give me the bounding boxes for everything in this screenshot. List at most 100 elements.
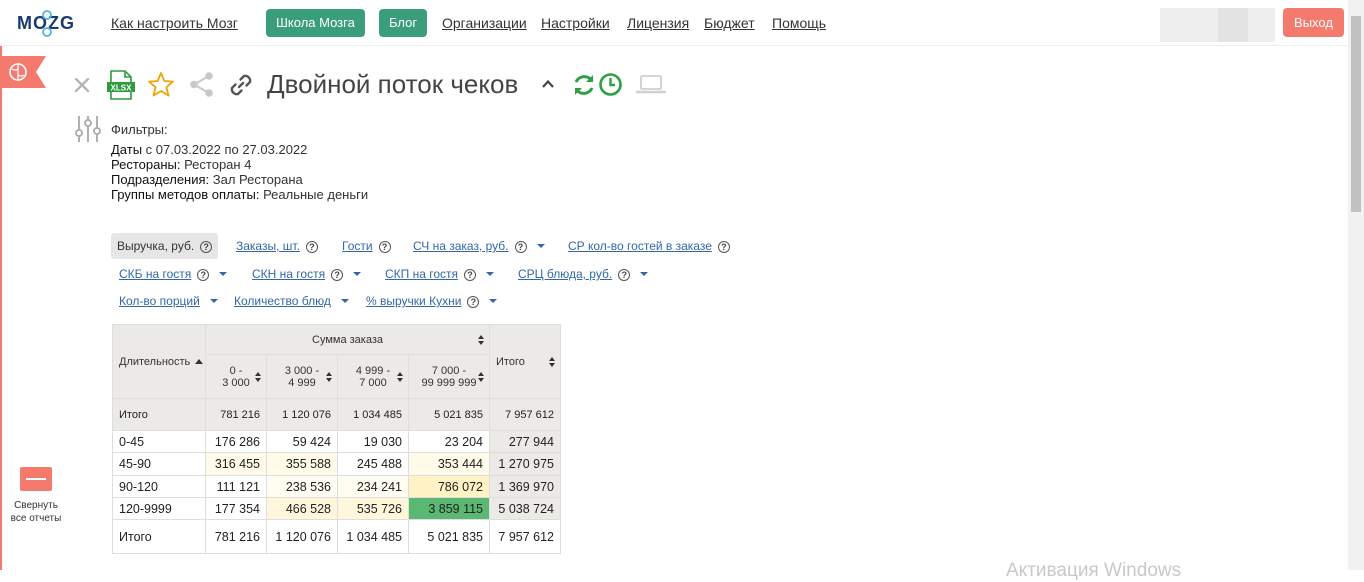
group-header-order-sum[interactable]: Сумма заказа	[205, 324, 490, 355]
metric-tab-dishes[interactable]: Количество блюд	[234, 288, 349, 314]
logout-button[interactable]: Выход	[1283, 8, 1344, 37]
close-icon[interactable]	[73, 76, 91, 94]
collapse-all-reports-label[interactable]: Свернуть все отчеты	[4, 499, 68, 525]
school-button[interactable]: Школа Мозга	[266, 9, 365, 37]
nav-link-how-to-setup[interactable]: Как настроить Мозг	[111, 15, 238, 31]
chevron-down-icon[interactable]	[486, 272, 495, 276]
metric-tab-skp[interactable]: СКП на гостя?	[385, 261, 495, 287]
laptop-icon[interactable]	[636, 75, 666, 95]
share-icon[interactable]	[188, 71, 215, 98]
help-icon[interactable]: ?	[197, 269, 210, 281]
sort-icon[interactable]	[478, 371, 485, 382]
cell-label: 0-45	[112, 430, 206, 453]
table-row: 0-45 176 286 59 424 19 030 23 204 277 94…	[112, 430, 561, 453]
pivot-table: Длительность Сумма заказа Итого 0 -3 000…	[112, 324, 561, 554]
help-icon[interactable]: ?	[717, 241, 730, 253]
help-icon[interactable]: ?	[514, 241, 527, 253]
column-header-range[interactable]: 0 -3 000	[205, 354, 267, 399]
nav-link-organizations[interactable]: Организации	[442, 15, 527, 31]
brain-tab-icon[interactable]	[0, 56, 46, 88]
metric-tab-avg-check[interactable]: СЧ на заказ, руб.?	[413, 233, 545, 259]
mozg-logo[interactable]: MOZG	[16, 9, 80, 37]
sort-icon[interactable]	[255, 371, 262, 382]
metric-tab-skn[interactable]: СКН на гостя?	[252, 261, 362, 287]
nav-link-license[interactable]: Лицензия	[627, 15, 689, 31]
page-scrollbar[interactable]	[1348, 0, 1364, 570]
nav-link-help[interactable]: Помощь	[772, 15, 826, 31]
cell-label: 45-90	[112, 452, 206, 476]
metric-tab-guests[interactable]: Гости?	[342, 233, 391, 259]
cell-value: 786 072	[408, 475, 490, 498]
chevron-down-icon[interactable]	[340, 299, 349, 303]
link-icon[interactable]	[227, 71, 255, 99]
favorite-star-icon[interactable]	[147, 71, 175, 98]
cell-value: 1 120 076	[266, 519, 338, 554]
filter-dates: Даты с 07.03.2022 по 27.03.2022	[111, 142, 308, 157]
cell-value: 781 216	[205, 519, 267, 554]
table-row: 90-120 111 121 238 536 234 241 786 072 1…	[112, 475, 561, 498]
refresh-icon[interactable]	[571, 72, 597, 98]
cell-row-total: 1 270 975	[489, 452, 561, 476]
chevron-down-icon[interactable]	[353, 272, 362, 276]
metric-tab-revenue[interactable]: Выручка, руб.?	[111, 233, 219, 259]
cell-row-total: 1 369 970	[489, 475, 561, 498]
table-row: 45-90 316 455 355 588 245 488 353 444 1 …	[112, 452, 561, 476]
metric-tab-portions[interactable]: Кол-во порций	[119, 288, 218, 314]
sort-icon[interactable]	[326, 371, 333, 382]
cell-value: 23 204	[408, 430, 490, 453]
row-header-duration[interactable]: Длительность	[112, 324, 206, 399]
help-icon[interactable]: ?	[331, 269, 344, 281]
cell-value: 177 354	[205, 497, 267, 520]
xlsx-export-icon[interactable]: XLSX	[107, 70, 135, 100]
sort-icon[interactable]	[549, 356, 556, 367]
cell-value: 1 034 485	[337, 398, 409, 431]
cell-value: 245 488	[337, 452, 409, 476]
help-icon[interactable]: ?	[467, 296, 480, 308]
metric-tab-orders[interactable]: Заказы, шт.?	[236, 233, 318, 259]
nav-link-settings[interactable]: Настройки	[541, 15, 610, 31]
column-header-range[interactable]: 3 000 -4 999	[266, 354, 338, 399]
cell-value: 176 286	[205, 430, 267, 453]
chevron-down-icon[interactable]	[640, 272, 649, 276]
metric-tab-src[interactable]: СРЦ блюда, руб.?	[518, 261, 649, 287]
cell-value: 535 726	[337, 497, 409, 520]
help-icon[interactable]: ?	[200, 241, 213, 253]
chevron-down-icon[interactable]	[219, 272, 228, 276]
cell-value: 353 444	[408, 452, 490, 476]
user-account-box[interactable]	[1160, 8, 1275, 42]
column-header-range[interactable]: 4 999 -7 000	[337, 354, 409, 399]
filters-sliders-icon[interactable]	[74, 114, 102, 144]
cell-value: 238 536	[266, 475, 338, 498]
collapse-all-reports-button[interactable]	[20, 467, 52, 491]
sort-asc-icon[interactable]	[195, 358, 204, 364]
chevron-up-icon[interactable]	[541, 78, 555, 90]
column-header-range[interactable]: 7 000 -99 999 999	[408, 354, 490, 399]
table-row-bottom-total: Итого 781 216 1 120 076 1 034 485 5 021 …	[112, 519, 561, 554]
schedule-clock-icon[interactable]	[598, 72, 623, 97]
svg-text:XLSX: XLSX	[111, 84, 133, 93]
help-icon[interactable]: ?	[464, 269, 477, 281]
metric-tab-skb[interactable]: СКБ на гостя?	[119, 261, 228, 287]
nav-link-budget[interactable]: Бюджет	[704, 15, 755, 31]
blog-button[interactable]: Блог	[379, 9, 428, 37]
cell-value: 1 034 485	[337, 519, 409, 554]
cell-value: 5 021 835	[408, 398, 490, 431]
sort-icon[interactable]	[478, 334, 485, 345]
chevron-down-icon[interactable]	[209, 299, 218, 303]
cell-row-total: 277 944	[489, 430, 561, 453]
help-icon[interactable]: ?	[618, 269, 631, 281]
cell-value: 3 859 115	[408, 497, 490, 520]
metric-tab-kitchen-pct[interactable]: % выручки Кухни?	[366, 288, 498, 314]
scrollbar-thumb[interactable]	[1351, 16, 1361, 212]
cell-value: 19 030	[337, 430, 409, 453]
cell-label: Итого	[112, 398, 206, 431]
help-icon[interactable]: ?	[378, 241, 391, 253]
chevron-down-icon[interactable]	[536, 244, 545, 248]
chevron-down-icon[interactable]	[489, 299, 498, 303]
metric-tab-avg-guests[interactable]: СР кол-во гостей в заказе?	[568, 233, 730, 259]
help-icon[interactable]: ?	[305, 241, 318, 253]
cell-value: 355 588	[266, 452, 338, 476]
cell-value: 234 241	[337, 475, 409, 498]
column-header-total[interactable]: Итого	[489, 324, 561, 399]
sort-icon[interactable]	[397, 371, 404, 382]
